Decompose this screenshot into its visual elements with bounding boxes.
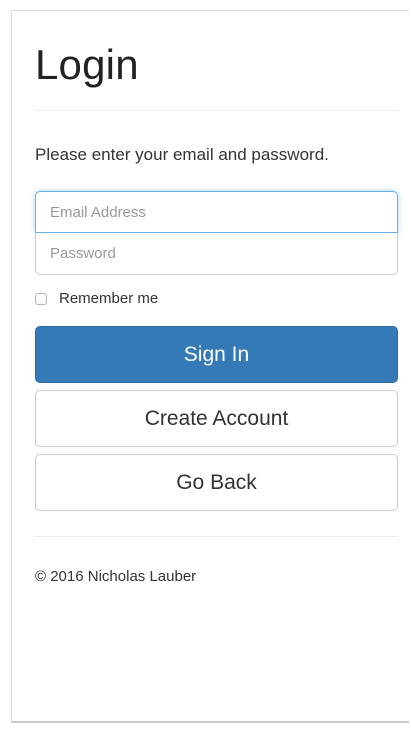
email-input[interactable] <box>35 191 398 233</box>
create-account-button[interactable]: Create Account <box>35 390 398 447</box>
remember-me-checkbox[interactable] <box>35 292 47 305</box>
password-input[interactable] <box>35 233 398 275</box>
sign-in-button[interactable]: Sign In <box>35 326 398 383</box>
page-title: Login <box>35 41 139 88</box>
remember-me-label: Remember me <box>59 290 159 307</box>
go-back-button[interactable]: Go Back <box>35 454 398 511</box>
footer-copyright: © 2016 Nicholas Lauber <box>35 568 197 585</box>
remember-me-option[interactable]: Remember me <box>35 290 158 307</box>
footer-divider <box>35 536 398 537</box>
title-divider <box>35 110 398 111</box>
intro-text: Please enter your email and password. <box>35 145 329 164</box>
